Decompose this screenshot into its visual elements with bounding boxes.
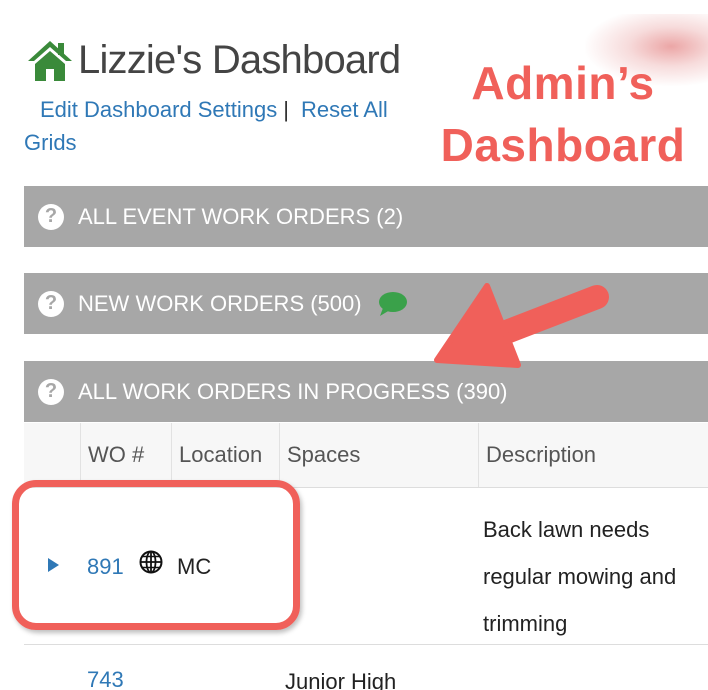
annotation-line-2: Dashboard [440, 119, 686, 171]
section-title: NEW WORK ORDERS (500) [78, 290, 362, 316]
highlight-box-annotation [12, 480, 300, 630]
dashboard-links: Edit Dashboard Settings | Reset All Grids [24, 93, 424, 159]
wo-number-link[interactable]: 743 [87, 667, 124, 690]
table-row[interactable]: 743 Junior High [24, 645, 708, 690]
section-work-orders-in-progress[interactable]: ? ALL WORK ORDERS IN PROGRESS (390) [24, 361, 708, 422]
section-event-work-orders[interactable]: ? ALL EVENT WORK ORDERS (2) [24, 186, 708, 247]
table-header: WO # Location Spaces Description [24, 423, 708, 488]
spaces-text: Junior High [285, 669, 397, 690]
question-icon[interactable]: ? [38, 290, 64, 317]
column-header-description[interactable]: Description [478, 423, 708, 487]
column-header-spaces[interactable]: Spaces [279, 423, 479, 487]
question-icon[interactable]: ? [38, 378, 64, 405]
link-separator: | [283, 97, 289, 122]
chat-bubble-icon[interactable] [378, 291, 408, 317]
section-new-work-orders[interactable]: ? NEW WORK ORDERS (500) [24, 273, 708, 334]
edit-dashboard-settings-link[interactable]: Edit Dashboard Settings [40, 97, 277, 122]
column-header-wo-number[interactable]: WO # [80, 423, 172, 487]
page-title: Lizzie's Dashboard [78, 38, 401, 82]
description-text: Back lawn needs regular mowing and trimm… [483, 517, 677, 636]
section-title: ALL EVENT WORK ORDERS (2) [78, 203, 404, 229]
question-icon[interactable]: ? [38, 203, 64, 230]
annotation-line-1: Admin’s [471, 57, 655, 109]
column-header-location[interactable]: Location [171, 423, 280, 487]
admin-dashboard-annotation: Admin’s Dashboard [418, 52, 708, 176]
section-title: ALL WORK ORDERS IN PROGRESS (390) [78, 378, 508, 404]
home-icon [28, 41, 72, 81]
title-row: Lizzie's Dashboard [26, 30, 401, 90]
